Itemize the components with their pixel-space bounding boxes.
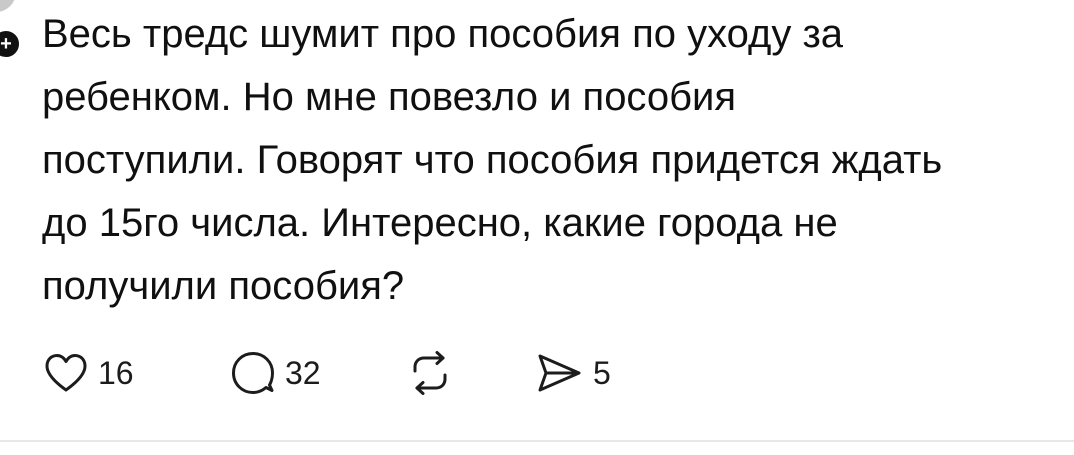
send-icon bbox=[538, 354, 581, 392]
post-text-line: поступили. Говорят что пособия придется … bbox=[42, 138, 943, 182]
repost-button[interactable] bbox=[407, 350, 453, 396]
post-text-line: до 15го числа. Интересно, какие города н… bbox=[42, 201, 838, 245]
thread-post: + Весь тредс шумит про пособия по уходу … bbox=[0, 0, 1074, 455]
like-count: 16 bbox=[98, 354, 134, 391]
post-text-line: ребенком. Но мне повезло и пособия bbox=[42, 75, 737, 119]
follow-plus-icon[interactable]: + bbox=[0, 28, 22, 60]
post-text-line: получили пособия? bbox=[42, 264, 405, 308]
heart-icon bbox=[45, 354, 87, 392]
post-divider bbox=[0, 440, 1074, 442]
reply-button[interactable]: 32 bbox=[231, 350, 321, 396]
reply-count: 32 bbox=[285, 354, 321, 391]
avatar[interactable] bbox=[0, 0, 16, 12]
repost-icon bbox=[413, 351, 447, 395]
share-count: 5 bbox=[593, 354, 611, 391]
comment-icon bbox=[232, 352, 274, 394]
post-text: Весь тредс шумит про пособия по уходу за… bbox=[42, 3, 1074, 318]
like-button[interactable]: 16 bbox=[44, 350, 134, 396]
share-button[interactable]: 5 bbox=[537, 350, 611, 396]
post-text-line: Весь тредс шумит про пособия по уходу за bbox=[42, 12, 844, 56]
